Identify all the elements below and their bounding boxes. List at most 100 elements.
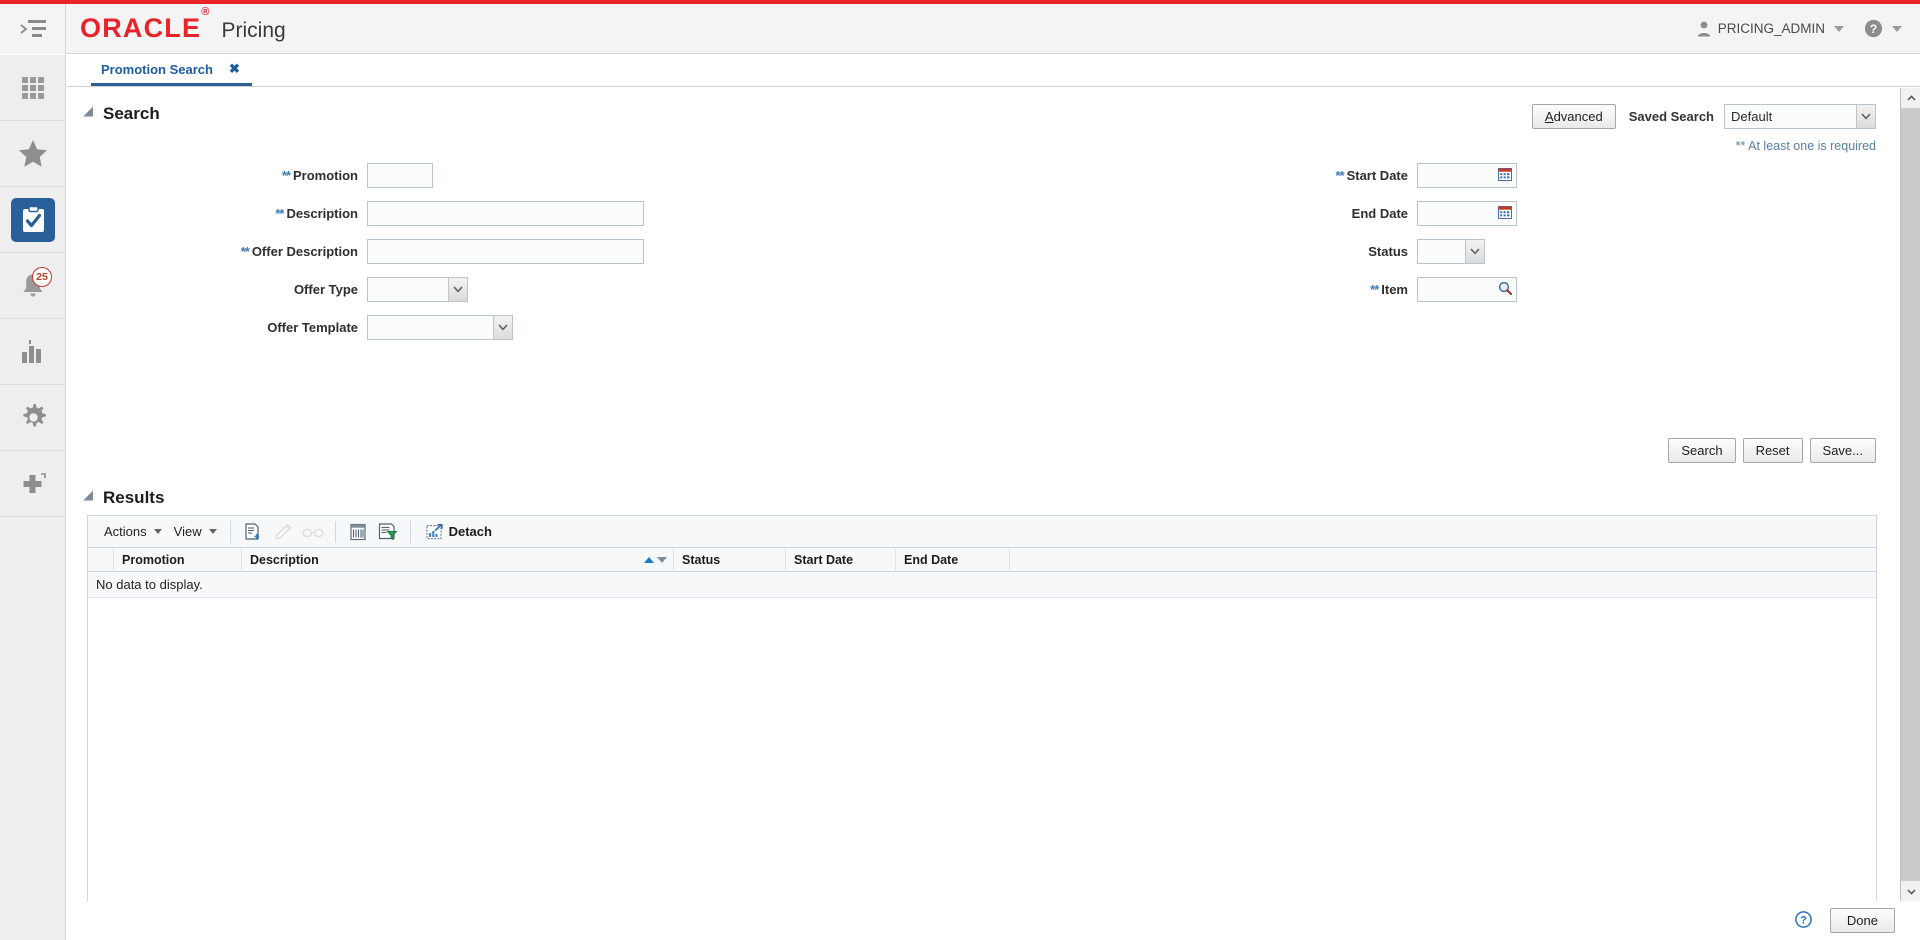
saved-search-label: Saved Search <box>1629 109 1714 124</box>
calendar-icon[interactable] <box>1498 167 1512 184</box>
offer-template-label: Offer Template <box>67 320 367 335</box>
item-label: **Item <box>1227 282 1417 297</box>
help-circle-icon: ? <box>1795 911 1812 928</box>
search-collapse-toggle[interactable] <box>83 107 98 122</box>
saved-search-value: Default <box>1725 109 1778 124</box>
page-content: Search Advanced Saved Search Default ** … <box>67 88 1900 901</box>
svg-text:?: ? <box>1800 914 1807 926</box>
required-note: ** At least one is required <box>1736 139 1876 153</box>
sort-descending-icon[interactable] <box>657 557 667 563</box>
offer-type-select[interactable] <box>367 277 468 302</box>
column-header-status[interactable]: Status <box>674 548 786 572</box>
search-form-left-column: **Promotion **Description **Offer Descri… <box>67 156 767 346</box>
field-row-end-date: End Date <box>1227 194 1647 232</box>
global-header: ORACLE® Pricing PRICING_ADMIN ? <box>0 4 1920 54</box>
view-menu[interactable]: View <box>168 517 223 547</box>
footer-help-button[interactable]: ? <box>1795 911 1812 931</box>
help-menu[interactable]: ? <box>1864 19 1902 38</box>
promotion-label: **Promotion <box>67 168 367 183</box>
reset-button[interactable]: Reset <box>1743 438 1803 463</box>
scroll-down-button[interactable] <box>1901 881 1920 901</box>
search-icon[interactable] <box>1498 281 1512 298</box>
tab-promotion-search[interactable]: Promotion Search ✖ <box>91 55 252 86</box>
header-right-actions: PRICING_ADMIN ? <box>1697 19 1920 38</box>
sidebar-item-create[interactable] <box>0 451 66 517</box>
field-row-promotion: **Promotion <box>67 156 767 194</box>
chevron-down-icon <box>448 278 467 301</box>
results-section-header: Results <box>87 488 164 508</box>
actions-menu[interactable]: Actions <box>98 517 168 547</box>
item-field <box>1417 277 1517 302</box>
oracle-logo-text: ORACLE <box>80 13 201 43</box>
status-label: Status <box>1227 244 1417 259</box>
app-name: Pricing <box>222 19 286 43</box>
sidebar-item-apps[interactable] <box>0 55 66 121</box>
chevron-down-icon <box>209 529 217 534</box>
results-table-panel: Actions View <box>87 515 1877 901</box>
column-header-end-date[interactable]: End Date <box>896 548 1010 572</box>
export-excel-button[interactable] <box>343 517 373 547</box>
export-excel-icon <box>349 523 367 541</box>
end-date-field <box>1417 201 1517 226</box>
saved-search-select[interactable]: Default <box>1724 104 1876 129</box>
oracle-logo: ORACLE® <box>80 15 211 42</box>
done-button[interactable]: Done <box>1830 908 1895 933</box>
close-icon[interactable]: ✖ <box>229 61 240 77</box>
promotion-input[interactable] <box>367 163 433 188</box>
column-header-select[interactable] <box>88 548 114 572</box>
collapse-menu-button[interactable] <box>0 4 66 54</box>
results-table-header: Promotion Description Status Start Date … <box>88 548 1876 572</box>
sidebar-item-notifications[interactable]: 25 <box>0 253 66 319</box>
svg-text:?: ? <box>1870 22 1877 36</box>
page-scrollbar[interactable] <box>1900 88 1920 901</box>
calendar-icon[interactable] <box>1498 205 1512 222</box>
sidebar-item-reports[interactable] <box>0 319 66 385</box>
star-icon <box>18 139 48 168</box>
field-row-offer-template: Offer Template <box>67 308 767 346</box>
results-collapse-toggle[interactable] <box>83 491 98 506</box>
tab-strip: Promotion Search ✖ <box>67 55 1920 87</box>
field-row-start-date: **Start Date <box>1227 156 1647 194</box>
start-date-label: **Start Date <box>1227 168 1417 183</box>
field-row-offer-type: Offer Type <box>67 270 767 308</box>
bar-chart-icon <box>20 340 46 364</box>
detach-button[interactable]: Detach <box>418 517 500 547</box>
edit-button <box>268 517 298 547</box>
offer-description-input[interactable] <box>367 239 644 264</box>
advanced-button[interactable]: Advanced <box>1532 104 1616 129</box>
description-label: **Description <box>67 206 367 221</box>
left-navigation-rail: 25 <box>0 55 66 940</box>
sidebar-item-tasks[interactable] <box>0 187 66 253</box>
search-button[interactable]: Search <box>1668 438 1735 463</box>
column-header-description-label: Description <box>250 553 319 567</box>
sort-ascending-icon[interactable] <box>644 557 654 563</box>
chevron-down-icon <box>154 529 162 534</box>
sidebar-item-configuration[interactable] <box>0 385 66 451</box>
chevron-down-icon <box>1834 26 1844 32</box>
sort-controls[interactable] <box>644 557 667 563</box>
scroll-up-button[interactable] <box>1901 88 1920 108</box>
description-input[interactable] <box>367 201 644 226</box>
chevron-down-icon <box>1856 105 1875 128</box>
query-by-example-button[interactable] <box>373 517 403 547</box>
column-header-description[interactable]: Description <box>242 548 674 572</box>
create-row-icon <box>244 523 262 541</box>
create-row-button[interactable] <box>238 517 268 547</box>
chevron-up-icon <box>1907 94 1916 103</box>
notification-badge: 25 <box>32 267 52 287</box>
help-icon: ? <box>1864 19 1883 38</box>
sidebar-item-favorites[interactable] <box>0 121 66 187</box>
search-top-controls: Advanced Saved Search Default <box>1532 104 1876 129</box>
status-select[interactable] <box>1417 239 1485 264</box>
query-filter-icon <box>378 523 397 541</box>
chevron-down-icon <box>1465 240 1484 263</box>
user-menu[interactable]: PRICING_ADMIN <box>1697 21 1844 37</box>
column-header-promotion[interactable]: Promotion <box>114 548 242 572</box>
offer-template-select[interactable] <box>367 315 513 340</box>
page-footer: ? Done <box>67 901 1920 940</box>
save-button[interactable]: Save... <box>1810 438 1876 463</box>
column-header-start-date[interactable]: Start Date <box>786 548 896 572</box>
view-button <box>298 517 328 547</box>
sidebar-item-tasks-active-bg <box>11 198 55 242</box>
start-date-field <box>1417 163 1517 188</box>
